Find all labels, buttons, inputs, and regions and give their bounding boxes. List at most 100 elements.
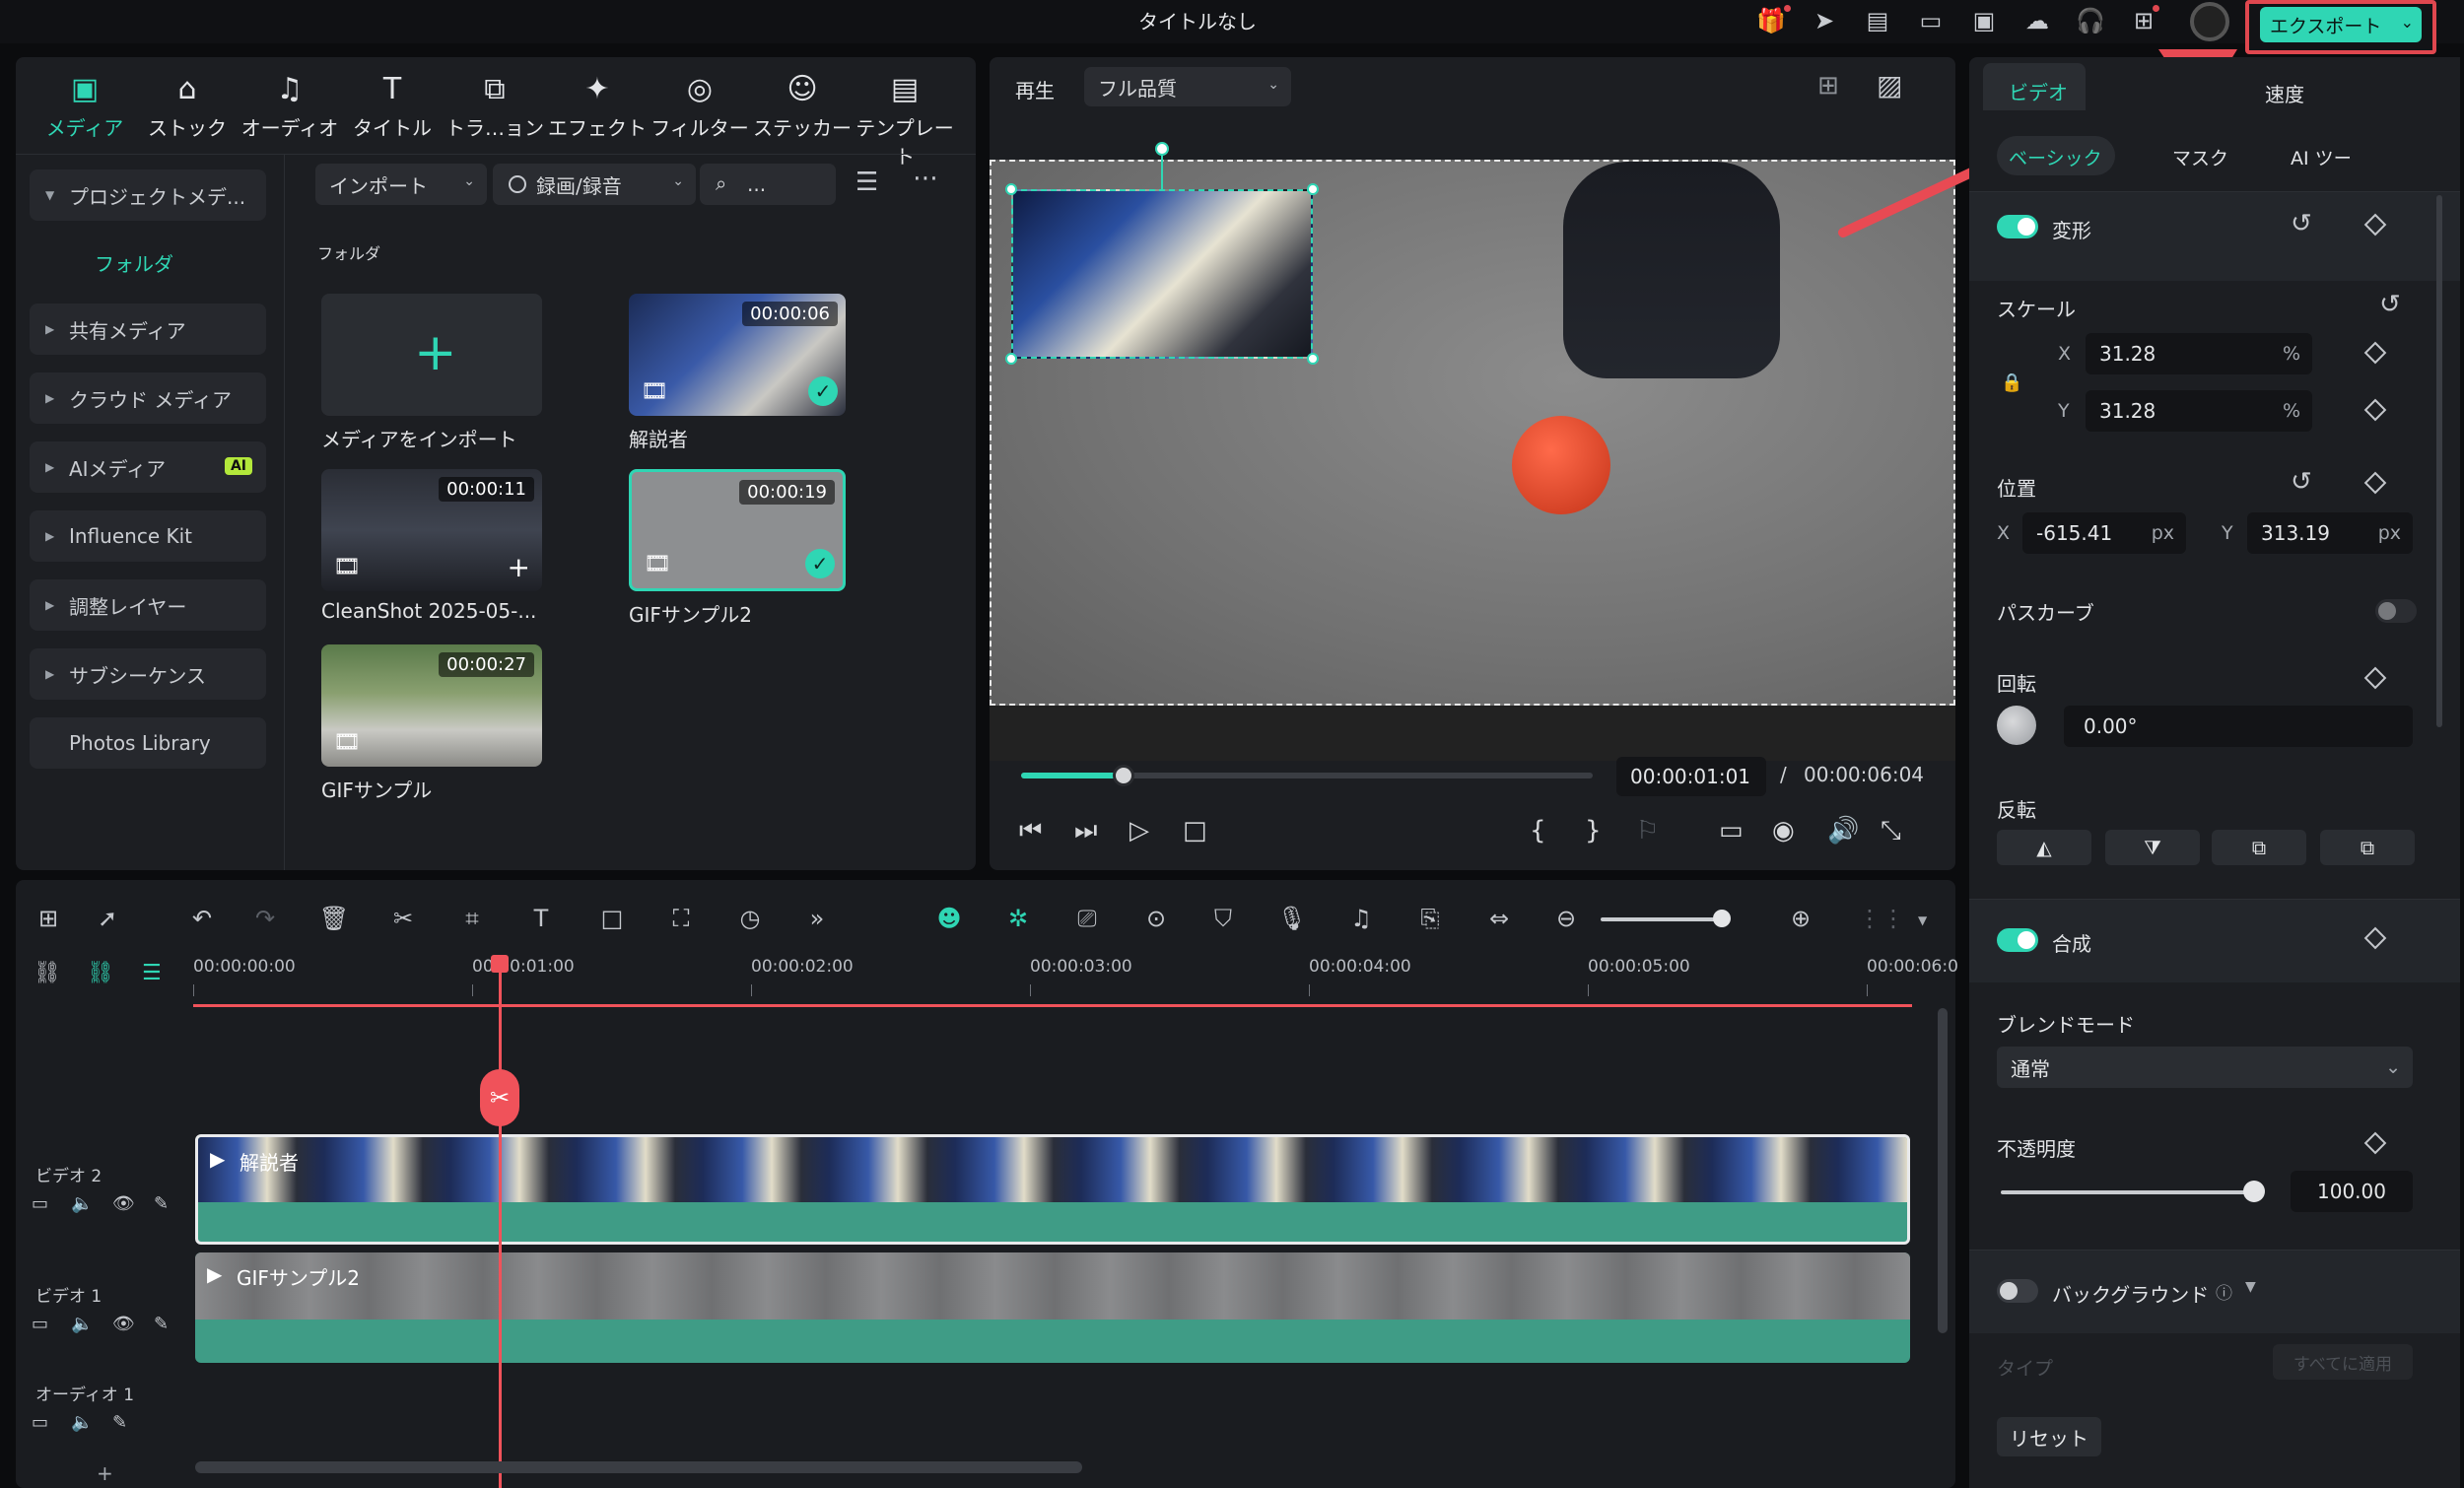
playhead[interactable] [499, 967, 502, 1488]
tab-stock[interactable]: ⌂ ストック [134, 67, 240, 148]
sidebar-item-subsequence[interactable]: ▶ サブシーケンス [30, 648, 266, 700]
horizontal-scrollbar[interactable] [195, 1461, 1082, 1473]
add-icon[interactable]: + [508, 551, 530, 583]
shield-icon[interactable]: ⛉ [1206, 902, 1240, 935]
timeline-ruler[interactable]: 00:00:00:00 00:00:01:00 00:00:02:00 00:00:0… [193, 949, 1958, 998]
zoom-out-icon[interactable]: ⊖ [1549, 902, 1583, 935]
redo-icon[interactable]: ↷ [248, 902, 282, 935]
volume-icon[interactable]: 🔈 [71, 1314, 93, 1334]
delete-icon[interactable]: 🗑 [317, 902, 351, 935]
sidebar-item-influence-kit[interactable]: ▶ Influence Kit [30, 510, 266, 562]
step-forward-icon[interactable]: ⏭ [1074, 816, 1097, 846]
media-thumbnail[interactable]: 00:00:06 🎞 ✓ [629, 294, 846, 416]
snapshot-icon[interactable]: ◉ [1772, 816, 1795, 845]
gift-icon[interactable]: 🎁 [1754, 4, 1788, 37]
step-back-icon[interactable]: ⏮ [1019, 816, 1042, 846]
subtab-mask[interactable]: マスク [2172, 144, 2228, 170]
preview-canvas[interactable] [990, 142, 1955, 761]
sidebar-item-folder[interactable]: フォルダ [95, 248, 173, 277]
resize-handle[interactable] [1307, 353, 1319, 365]
sidebar-item-adjustment-layer[interactable]: ▶ 調整レイヤー [30, 579, 266, 631]
resize-handle[interactable] [1005, 183, 1017, 195]
rotate-right-button[interactable]: ⧉ [2212, 830, 2306, 865]
layout-icon[interactable]: ▭ [1914, 4, 1948, 37]
auto-highlight-icon[interactable]: ✲ [1001, 902, 1035, 935]
pos-x-input[interactable]: -615.41 px [2022, 512, 2186, 554]
resize-handle[interactable] [1307, 183, 1319, 195]
sidebar-item-shared-media[interactable]: ▶ 共有メディア [30, 304, 266, 355]
record-dropdown[interactable]: 録画/録音 ⌄ [493, 164, 696, 205]
clip-video-2[interactable]: ▶ 解説者 [195, 1134, 1910, 1245]
reset-button[interactable]: リセット [1997, 1417, 2101, 1456]
tab-effect[interactable]: ✦ エフェクト [544, 67, 650, 148]
reset-icon[interactable]: ↺ [2379, 290, 2401, 319]
folder-icon[interactable]: ▭ [32, 1314, 48, 1334]
split-scissors-icon[interactable]: ✂ [480, 1069, 519, 1126]
caret-down-icon[interactable]: ▼ [1918, 913, 1927, 927]
path-curve-toggle[interactable] [2375, 599, 2417, 623]
keyframe-icon[interactable] [2363, 341, 2387, 365]
caret-down-icon[interactable]: ▼ [2245, 1279, 2256, 1295]
scrollbar[interactable] [2436, 195, 2442, 727]
eye-icon[interactable]: 👁 [112, 1193, 135, 1214]
magic-icon[interactable]: ✎ [112, 1412, 127, 1433]
track-layout-icon[interactable]: ⋮⋮ [1858, 902, 1905, 935]
clip-settings-icon[interactable]: ⎘ [1413, 902, 1447, 935]
shape-icon[interactable]: □ [595, 902, 629, 935]
tab-speed[interactable]: 速度 [2265, 79, 2304, 107]
rotation-dial[interactable] [1997, 706, 2036, 745]
crop-icon[interactable]: ⌗ [455, 902, 489, 935]
scale-x-input[interactable]: 31.28% [2086, 333, 2312, 374]
eye-icon[interactable]: 👁 [112, 1314, 135, 1334]
volume-icon[interactable]: 🔈 [71, 1193, 93, 1214]
magic-icon[interactable]: ✎ [154, 1193, 169, 1214]
quality-dropdown[interactable]: フル品質 ⌄ [1084, 67, 1291, 106]
folder-icon[interactable]: ▭ [32, 1193, 48, 1214]
vertical-scrollbar[interactable] [1938, 1008, 1948, 1333]
folder-icon[interactable]: ▭ [32, 1412, 48, 1433]
sidebar-item-project-media[interactable]: ▼ プロジェクトメデ... [30, 169, 266, 221]
magic-icon[interactable]: ✎ [154, 1314, 169, 1334]
background-toggle[interactable] [1997, 1279, 2038, 1303]
subtab-basic[interactable]: ベーシック [2009, 144, 2107, 170]
apply-all-button[interactable]: すべてに適用 [2273, 1344, 2413, 1380]
music-list-icon[interactable]: ♫ [1344, 902, 1378, 935]
rotate-handle[interactable] [1155, 142, 1169, 156]
marker-icon[interactable]: ⚐ [1636, 816, 1659, 845]
transform-toggle[interactable] [1997, 215, 2038, 238]
flip-vertical-button[interactable]: ⧩ [2105, 830, 2200, 865]
camera-plus-icon[interactable]: ⎚ [1070, 902, 1104, 935]
media-thumbnail-selected[interactable]: 00:00:19 🎞 ✓ [629, 469, 846, 591]
play-icon[interactable]: ▷ [1129, 816, 1149, 845]
volume-icon[interactable]: 🔊 [1827, 816, 1859, 845]
reset-icon[interactable]: ↺ [2291, 209, 2312, 238]
tab-template[interactable]: ▤ テンプレート [852, 67, 958, 169]
more-icon[interactable]: ⋯ [913, 164, 938, 193]
tab-sticker[interactable]: ☺ ステッカー [749, 67, 856, 148]
media-thumbnail[interactable]: 00:00:11 🎞 + [321, 469, 542, 591]
link-icon[interactable]: ⛓ [87, 961, 114, 985]
mark-out-icon[interactable]: } [1585, 816, 1602, 845]
render-icon[interactable]: ⊙ [1139, 902, 1173, 935]
keyframe-icon[interactable] [2363, 471, 2387, 495]
layout-grid-icon[interactable]: ⊞ [32, 902, 65, 935]
add-track-button[interactable]: + [97, 1461, 113, 1485]
progress-handle[interactable] [1113, 765, 1135, 786]
send-icon[interactable]: ➤ [1808, 4, 1841, 37]
fit-icon[interactable]: ⇔ [1482, 902, 1516, 935]
rotate-left-button[interactable]: ⧉ [2320, 830, 2415, 865]
cloud-icon[interactable]: ☁ [2020, 4, 2054, 37]
stop-icon[interactable]: □ [1183, 816, 1207, 845]
help-icon[interactable]: ⓘ [2216, 1279, 2232, 1304]
ai-cutout-icon[interactable]: ⛶ [664, 902, 698, 935]
import-media-tile[interactable]: + [321, 294, 542, 416]
pos-y-input[interactable]: 313.19 px [2247, 512, 2413, 554]
reset-icon[interactable]: ↺ [2291, 467, 2312, 497]
search-input[interactable]: ⌕... [700, 164, 836, 205]
blend-mode-dropdown[interactable]: 通常 ⌄ [1997, 1047, 2413, 1088]
ai-assistant-icon[interactable]: ☻ [932, 902, 966, 935]
opacity-slider-handle[interactable] [2243, 1181, 2265, 1202]
tab-audio[interactable]: ♫ オーディオ [237, 67, 343, 148]
filter-sort-icon[interactable]: ☰ [856, 168, 878, 197]
headset-icon[interactable]: 🎧 [2074, 4, 2107, 37]
